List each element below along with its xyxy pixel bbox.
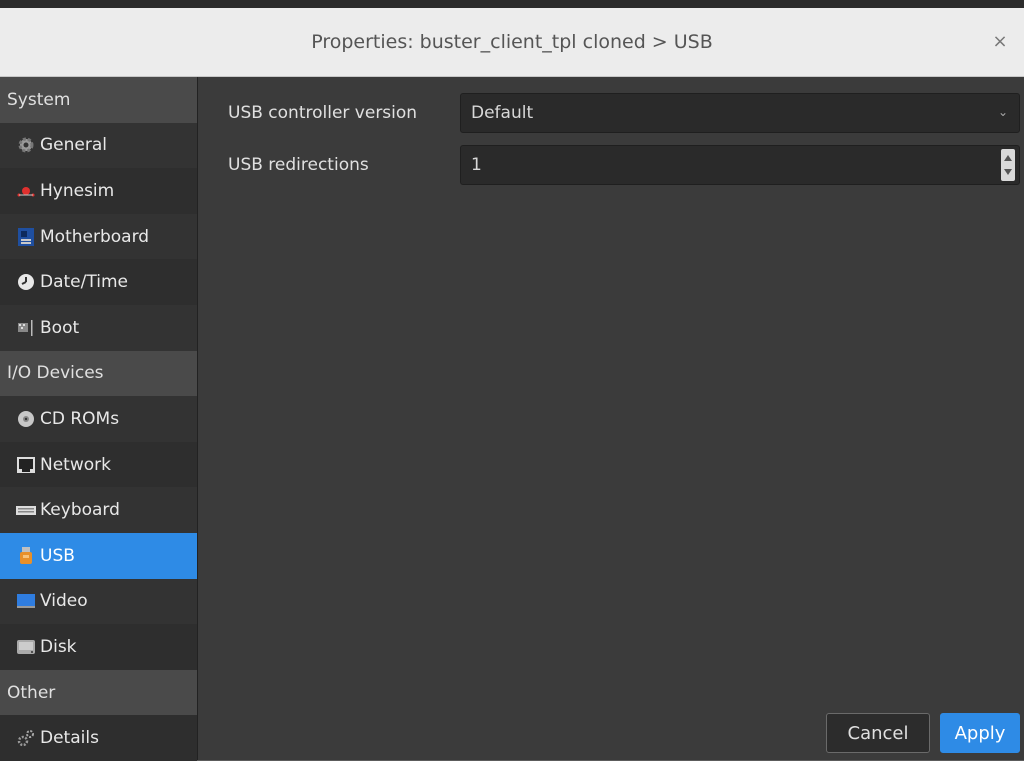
window-title: Properties: buster_client_tpl cloned > U…	[311, 31, 713, 53]
usb-redirections-spinbox[interactable]: 1	[460, 145, 1020, 185]
sidebar-item-label: Hynesim	[40, 180, 115, 201]
hynesim-icon	[16, 181, 36, 201]
sidebar-item-motherboard[interactable]: Motherboard	[0, 214, 197, 260]
disk-icon	[16, 637, 36, 657]
chevron-down-icon: ⌄	[997, 105, 1009, 119]
sidebar-section-other: Other	[0, 669, 197, 716]
sidebar-item-label: Boot	[40, 317, 80, 338]
details-icon	[16, 728, 36, 748]
clock-icon	[16, 272, 36, 292]
sidebar-section-system: System	[0, 77, 197, 123]
sidebar-item-disk[interactable]: Disk	[0, 624, 197, 670]
sidebar-item-label: Network	[40, 454, 111, 475]
gear-icon	[16, 135, 36, 155]
usb-redirections-label: USB redirections	[228, 155, 369, 175]
sidebar-item-label: Video	[40, 591, 88, 612]
boot-icon	[16, 318, 36, 338]
sidebar-section-label: I/O Devices	[7, 363, 104, 384]
keyboard-icon	[16, 500, 36, 520]
apply-button[interactable]: Apply	[940, 713, 1020, 753]
sidebar-item-label: Details	[40, 728, 99, 749]
usb-redirections-value: 1	[471, 155, 482, 175]
sidebar-item-general[interactable]: General	[0, 123, 197, 169]
sidebar-item-network[interactable]: Network	[0, 441, 197, 488]
sidebar-item-label: General	[40, 135, 107, 156]
title-bar: Properties: buster_client_tpl cloned > U…	[0, 8, 1024, 77]
close-button[interactable]: ×	[988, 30, 1012, 54]
sidebar-item-label: USB	[40, 545, 75, 566]
sidebar-item-hynesim[interactable]: Hynesim	[0, 168, 197, 214]
sidebar-item-video[interactable]: Video	[0, 579, 197, 625]
sidebar-item-label: Motherboard	[40, 226, 150, 247]
sidebar-section-io-devices: I/O Devices	[0, 350, 197, 397]
usb-icon	[16, 546, 36, 566]
main-panel: USB controller version Default ⌄ USB red…	[198, 77, 1024, 760]
sidebar-item-label: Keyboard	[40, 500, 120, 521]
sidebar-section-label: Other	[7, 682, 56, 703]
sidebar-item-label: CD ROMs	[40, 408, 120, 429]
sidebar: System General Hynesim Motherboard Date/…	[0, 77, 198, 761]
sidebar-item-datetime[interactable]: Date/Time	[0, 259, 197, 305]
sidebar-item-cd-roms[interactable]: CD ROMs	[0, 396, 197, 442]
sidebar-item-label: Date/Time	[40, 272, 128, 293]
usb-controller-label: USB controller version	[228, 103, 418, 123]
network-icon	[16, 455, 36, 475]
sidebar-item-usb[interactable]: USB	[0, 532, 197, 579]
top-strip	[0, 0, 1024, 8]
close-icon: ×	[992, 31, 1008, 52]
cdrom-icon	[16, 409, 36, 429]
monitor-icon	[16, 591, 36, 611]
usb-controller-value: Default	[471, 103, 534, 123]
sidebar-item-label: Disk	[40, 636, 77, 657]
motherboard-icon	[16, 227, 36, 247]
sidebar-item-details[interactable]: Details	[0, 715, 197, 761]
sidebar-section-label: System	[7, 89, 71, 110]
sidebar-item-keyboard[interactable]: Keyboard	[0, 487, 197, 533]
usb-controller-select[interactable]: Default ⌄	[460, 93, 1020, 133]
spinner-arrows-icon[interactable]	[1001, 149, 1015, 181]
sidebar-item-boot[interactable]: Boot	[0, 305, 197, 351]
cancel-button[interactable]: Cancel	[826, 713, 930, 753]
